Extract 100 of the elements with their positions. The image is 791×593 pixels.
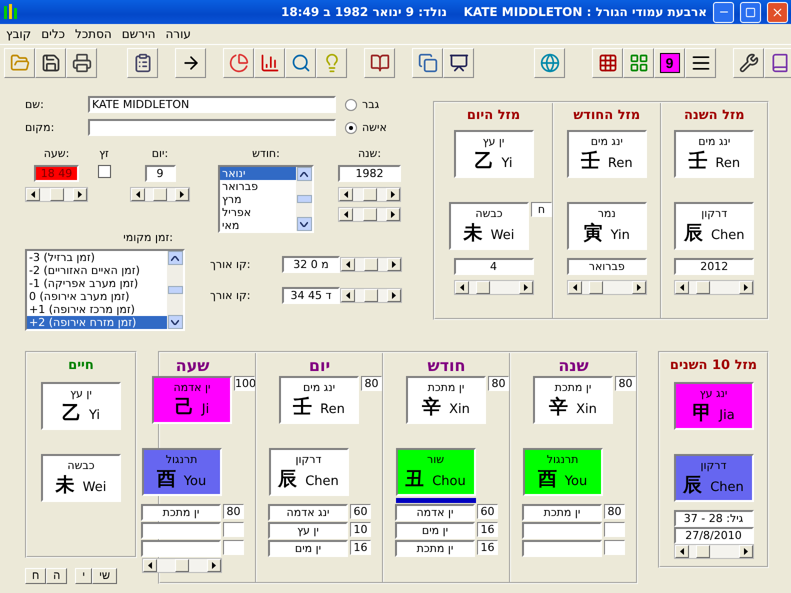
scrollbar[interactable] bbox=[167, 251, 183, 329]
scrollbar[interactable] bbox=[340, 257, 402, 272]
radio-button[interactable] bbox=[345, 122, 357, 134]
scroll-thumb[interactable] bbox=[168, 286, 182, 294]
field-label: חודש: bbox=[252, 147, 280, 160]
value-field bbox=[604, 522, 625, 537]
scrollbar[interactable] bbox=[340, 288, 402, 303]
minimize-button[interactable] bbox=[713, 2, 734, 22]
grid-icon bbox=[598, 53, 618, 73]
sign-pinyin: You bbox=[184, 474, 206, 488]
field-label: זץ bbox=[99, 147, 109, 160]
element-field: ין מתכת bbox=[522, 504, 602, 521]
menu-item[interactable]: כלים bbox=[41, 27, 66, 41]
window-title: ארבעת עמודי הגורל : KATE MIDDLETON נולד: 9 ינואר 1982 ב 18:49 bbox=[280, 5, 707, 19]
list-item[interactable]: +1 (זמן מרכז אירופה) bbox=[27, 303, 167, 316]
value-field bbox=[604, 540, 625, 555]
timezone-list[interactable]: -3 (זמן ברזיל) -2 (זמן האיים האזוריים) -1 (זמן מערב אפריקה) 0 (זמן מערב אירופה) +1 (זמן מרכז אירופה) +2 (זמן מזרח אירופה) bbox=[25, 249, 185, 331]
sign-pinyin: Wei bbox=[82, 480, 106, 494]
small-button[interactable]: ח bbox=[25, 568, 46, 584]
sign-name: ינג עץ bbox=[700, 386, 728, 400]
toolbar-button[interactable] bbox=[443, 48, 474, 78]
sign-name: נמר bbox=[598, 206, 616, 220]
toolbar-button[interactable] bbox=[592, 48, 623, 78]
toolbar-button[interactable] bbox=[35, 48, 66, 78]
maximize-icon bbox=[745, 6, 756, 18]
sign-character: 乙 bbox=[62, 400, 81, 426]
coordinate-field[interactable]: 32 0 מ bbox=[282, 256, 340, 273]
radio-button[interactable] bbox=[345, 98, 357, 110]
scrollbar[interactable] bbox=[130, 187, 190, 202]
small-button[interactable]: ה bbox=[46, 568, 68, 584]
list-item[interactable]: -1 (זמן מערב אפריקה) bbox=[27, 277, 167, 290]
close-button[interactable] bbox=[767, 2, 788, 22]
element-field: ין מתכת bbox=[141, 504, 221, 521]
field-label: מקום: bbox=[25, 121, 56, 134]
scrollbar[interactable] bbox=[25, 187, 88, 202]
sign-character: 丑 bbox=[405, 466, 424, 492]
list-item[interactable]: +2 (זמן מזרח אירופה) bbox=[27, 316, 167, 329]
value-field bbox=[223, 540, 244, 555]
scrollbar[interactable] bbox=[566, 280, 647, 295]
globe-icon bbox=[540, 53, 560, 73]
bar-chart-icon bbox=[260, 53, 280, 73]
sign-pinyin: Xin bbox=[576, 402, 597, 416]
toolbar-button[interactable] bbox=[733, 48, 764, 78]
maximize-button[interactable] bbox=[740, 2, 761, 22]
element-field: ינג אדמה bbox=[268, 504, 348, 521]
toolbar-button[interactable]: 9 bbox=[654, 48, 685, 78]
value-field: 80 bbox=[223, 504, 244, 519]
text-field[interactable]: KATE MIDDLETON bbox=[88, 96, 336, 113]
menu-item[interactable]: קובץ bbox=[6, 27, 32, 41]
scrollbar[interactable] bbox=[296, 167, 312, 231]
sign-character: 寅 bbox=[584, 220, 603, 246]
year-field[interactable]: 1982 bbox=[338, 165, 401, 182]
list-item[interactable]: -3 (זמן ברזיל) bbox=[27, 251, 167, 264]
toolbar-button[interactable] bbox=[685, 48, 716, 78]
small-button[interactable]: י bbox=[75, 568, 92, 584]
small-button[interactable]: שי bbox=[92, 568, 117, 584]
toolbar-button[interactable] bbox=[364, 48, 395, 78]
value-field[interactable]: 4 bbox=[454, 258, 534, 275]
toolbar-button[interactable] bbox=[764, 48, 791, 78]
scrollbar[interactable] bbox=[454, 280, 534, 295]
checkbox[interactable] bbox=[98, 165, 110, 178]
scrollbar[interactable] bbox=[338, 187, 401, 202]
pie-chart-icon bbox=[228, 53, 248, 73]
menu-item[interactable]: הסתכל bbox=[75, 27, 112, 41]
list-item[interactable]: פברואר bbox=[220, 180, 296, 193]
toolbar-button[interactable] bbox=[285, 48, 316, 78]
sign-name: כבשה bbox=[67, 458, 95, 472]
scrollbar[interactable] bbox=[338, 207, 401, 222]
text-field[interactable] bbox=[88, 119, 336, 136]
column-title: מזל 10 השנים bbox=[670, 357, 758, 375]
scroll-thumb[interactable] bbox=[296, 195, 312, 203]
sign-character: 辛 bbox=[549, 394, 568, 420]
coordinate-field[interactable]: 34 45 ד bbox=[282, 287, 340, 304]
scrollbar[interactable] bbox=[674, 544, 754, 559]
sign-character: 酉 bbox=[156, 466, 176, 492]
value-field[interactable]: 2012 bbox=[674, 258, 754, 275]
save-icon bbox=[40, 53, 60, 73]
month-list[interactable]: ינואר פברואר מרץ אפריל מאי bbox=[218, 165, 314, 233]
list-item[interactable]: ינואר bbox=[220, 167, 296, 180]
value-field[interactable]: פברואר bbox=[566, 258, 647, 275]
day-field[interactable]: 9 bbox=[144, 165, 176, 182]
toolbar-button[interactable] bbox=[127, 48, 158, 78]
scrollbar[interactable] bbox=[674, 280, 754, 295]
menu-item[interactable]: הירשם bbox=[122, 27, 156, 41]
toolbar-button[interactable] bbox=[175, 48, 206, 78]
list-item[interactable]: אפריל bbox=[220, 206, 296, 219]
scrollbar[interactable] bbox=[142, 558, 222, 573]
list-item[interactable]: 0 (זמן מערב אירופה) bbox=[27, 290, 167, 303]
menu-item[interactable]: עורה bbox=[165, 27, 191, 41]
list-item[interactable]: מאי bbox=[220, 219, 296, 231]
app-icon bbox=[3, 4, 17, 20]
sign-name: ין מתכת bbox=[428, 380, 464, 394]
score-field: 100 bbox=[234, 376, 255, 391]
list-item[interactable]: -2 (זמן האיים האזוריים) bbox=[27, 264, 167, 277]
value-field: 60 bbox=[477, 504, 498, 519]
toolbar-button[interactable] bbox=[66, 48, 97, 78]
sign-name: תרנגול bbox=[546, 452, 578, 466]
score-field: 80 bbox=[615, 376, 636, 391]
sign-character: 辰 bbox=[278, 466, 298, 492]
list-item[interactable]: מרץ bbox=[220, 193, 296, 206]
